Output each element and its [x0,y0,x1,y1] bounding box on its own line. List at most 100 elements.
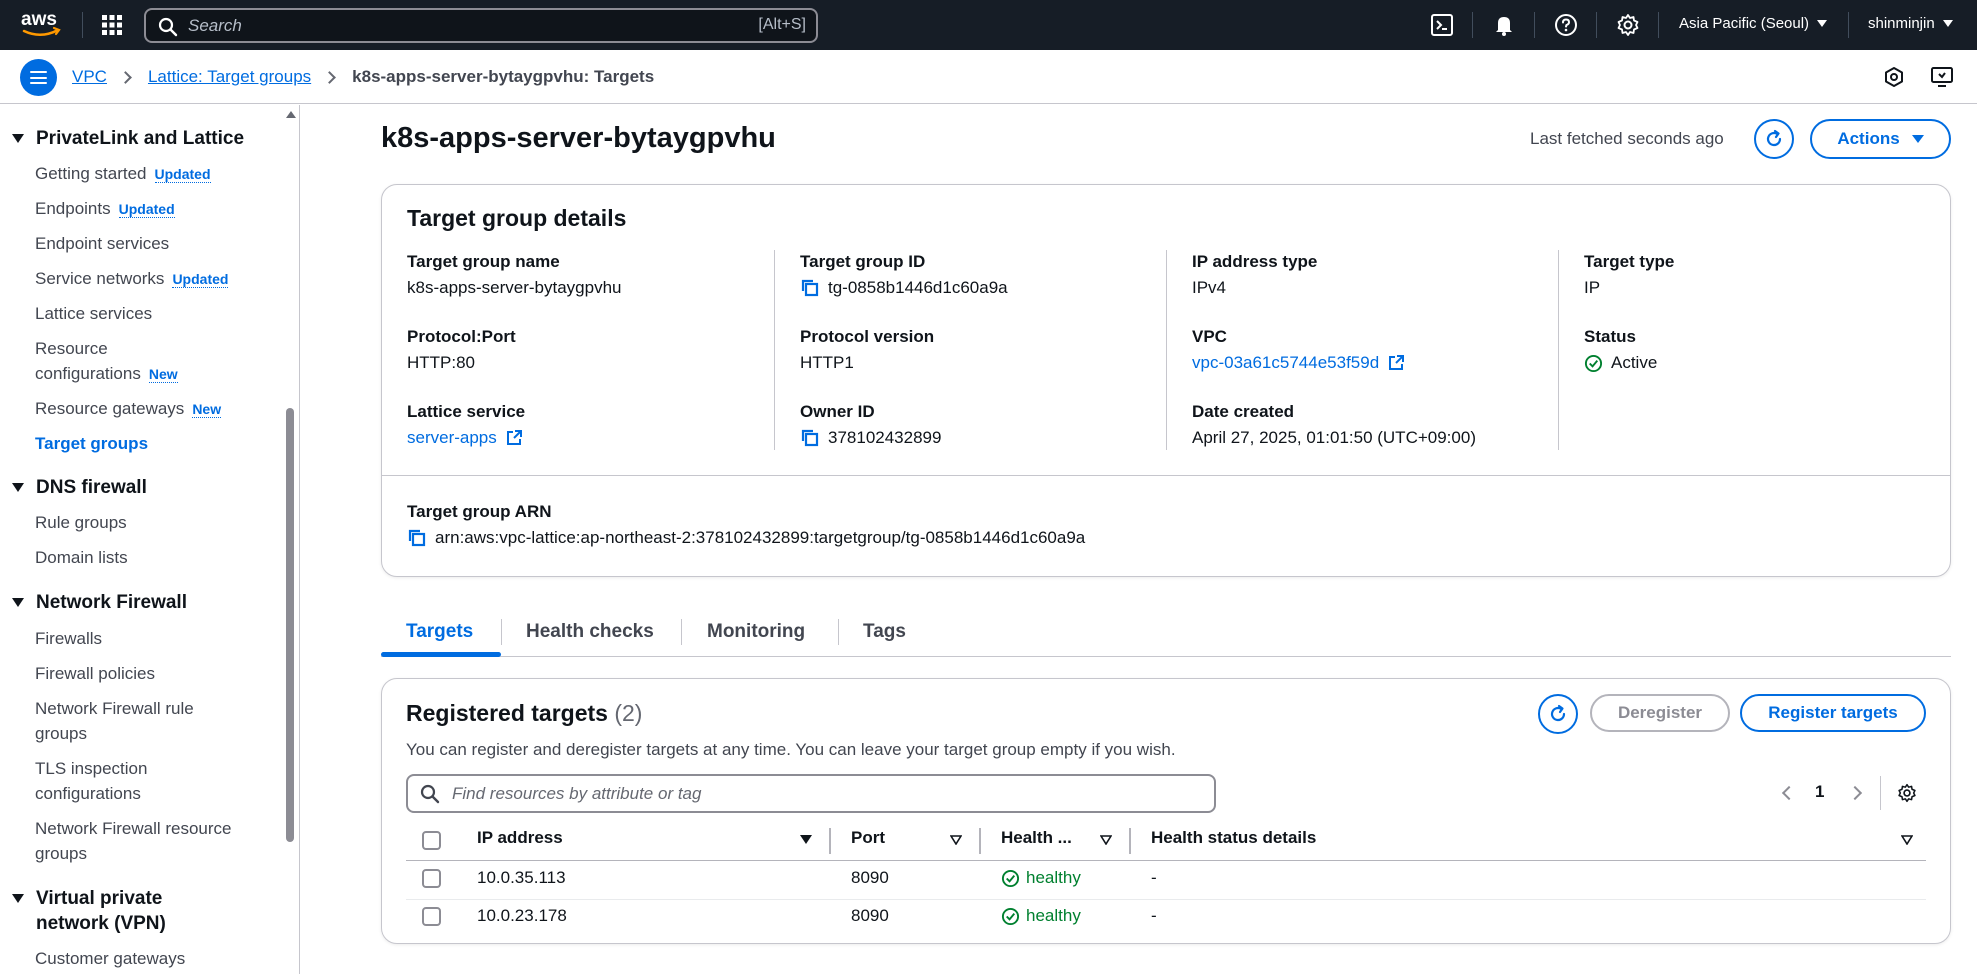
breadcrumb-vpc[interactable]: VPC [72,67,107,87]
sidebar-item-rule-groups[interactable]: Rule groups [35,510,265,535]
nav-divider [1596,12,1597,38]
scroll-up-icon[interactable] [286,111,296,118]
refresh-button[interactable] [1754,119,1794,159]
external-link-icon [506,430,522,445]
breadcrumb-target-groups[interactable]: Lattice: Target groups [148,67,311,87]
table-cell-health: healthy [1001,906,1081,926]
side-navigation: PrivateLink and Lattice Getting started U… [0,105,300,974]
sidebar-item-lattice-services[interactable]: Lattice services [35,301,265,326]
sidebar-item-service-networks[interactable]: Service networks Updated [35,266,265,292]
targets-description: You can register and deregister targets … [406,740,1176,759]
column-header-health[interactable]: Health ... [1001,828,1072,848]
table-cell-details: - [1151,906,1157,925]
bell-icon[interactable] [1492,13,1516,37]
security-hexagon-icon[interactable] [1882,65,1906,89]
column-header-ip-address[interactable]: IP address [477,828,563,848]
sidebar-item-endpoints[interactable]: Endpoints Updated [35,196,265,222]
sidebar-item-network-firewall-resource-groups[interactable]: Network Firewall resource groups [35,816,255,866]
search-icon [158,17,178,37]
sort-icon[interactable] [950,835,962,845]
register-targets-button[interactable]: Register targets [1740,694,1926,732]
sort-icon[interactable] [1901,835,1913,845]
sidebar-section-network-firewall[interactable]: Network Firewall [12,590,187,615]
row-checkbox[interactable] [422,907,441,926]
targets-refresh-button[interactable] [1538,694,1578,734]
new-badge: New [148,366,178,383]
feedback-icon[interactable] [1930,65,1954,89]
global-search[interactable]: [Alt+S] [144,8,818,43]
sidebar-item-endpoint-services[interactable]: Endpoint services [35,231,265,256]
pager-divider [1880,776,1881,810]
sidebar-item-domain-lists[interactable]: Domain lists [35,545,265,570]
field-protocol-port: Protocol:Port HTTP:80 [407,327,516,372]
last-fetched-text: Last fetched seconds ago [1530,129,1724,148]
breadcrumb-current: k8s-apps-server-bytaygpvhu: Targets [352,67,655,86]
gear-icon[interactable] [1616,13,1640,37]
sidebar-item-resource-configurations[interactable]: Resource configurations New [35,336,205,387]
sidebar-item-customer-gateways[interactable]: Customer gateways [35,946,265,971]
table-cell-details: - [1151,868,1157,887]
column-header-port[interactable]: Port [851,828,885,848]
check-circle-icon [1001,907,1020,925]
help-icon[interactable] [1554,13,1578,37]
sidebar-item-firewalls[interactable]: Firewalls [35,626,265,651]
sort-desc-icon[interactable] [800,835,812,844]
column-resize-handle[interactable] [829,828,831,854]
region-label: Asia Pacific (Seoul) [1679,15,1810,32]
targets-filter-input[interactable] [452,782,1192,806]
field-ip-address-type: IP address type IPv4 [1192,252,1318,297]
sidebar-scrollbar[interactable] [286,408,294,842]
sidebar-item-resource-gateways[interactable]: Resource gateways New [35,396,265,422]
aws-logo[interactable]: aws [20,8,64,40]
new-badge: New [192,401,222,418]
sidebar-item-target-groups[interactable]: Target groups [35,431,265,456]
field-target-group-id: Target group ID tg-0858b1446d1c60a9a [800,252,1008,298]
apps-grid-icon[interactable] [100,13,124,37]
copy-icon[interactable] [800,278,820,298]
settings-icon[interactable] [1897,783,1917,803]
tab-targets[interactable]: Targets [406,607,473,657]
copy-icon[interactable] [407,528,427,548]
expand-triangle-icon [12,894,24,903]
sidebar-item-network-firewall-rule-groups[interactable]: Network Firewall rule groups [35,696,235,746]
search-input[interactable] [188,14,688,38]
table-cell-ip: 10.0.23.178 [477,906,567,925]
select-all-checkbox[interactable] [422,831,441,850]
sidebar-item-getting-started[interactable]: Getting started Updated [35,161,265,187]
nav-divider [1658,12,1659,38]
lattice-service-link[interactable]: server-apps [407,426,523,450]
tab-monitoring[interactable]: Monitoring [707,607,805,657]
page-number[interactable]: 1 [1815,782,1824,802]
row-checkbox[interactable] [422,869,441,888]
nav-divider [1472,12,1473,38]
vpc-link[interactable]: vpc-03a61c5744e53f59d [1192,351,1405,375]
actions-button[interactable]: Actions [1810,119,1951,159]
cloudshell-icon[interactable] [1430,13,1454,37]
status-badge: Active [1611,353,1658,372]
account-menu[interactable]: shinminjin [1868,15,1953,32]
sort-icon[interactable] [1100,835,1112,845]
deregister-button[interactable]: Deregister [1590,694,1730,732]
targets-filter[interactable] [406,774,1216,813]
column-resize-handle[interactable] [979,828,981,854]
sidebar-section-dns-firewall[interactable]: DNS firewall [12,475,147,500]
table-row-divider [406,899,1926,900]
sidebar-item-tls-inspection[interactable]: TLS inspection configurations [35,756,185,806]
details-title: Target group details [407,205,627,231]
region-selector[interactable]: Asia Pacific (Seoul) [1679,15,1828,32]
tab-bar: Targets Health checks Monitoring Tags [381,607,1951,657]
field-vpc: VPC vpc-03a61c5744e53f59d [1192,325,1552,375]
search-icon [420,784,440,804]
column-resize-handle[interactable] [1129,828,1131,854]
breadcrumb: VPC Lattice: Target groups k8s-apps-serv… [72,67,654,87]
sidebar-section-vpn[interactable]: Virtual private network (VPN) [12,886,212,936]
sidebar-section-privatelink[interactable]: PrivateLink and Lattice [12,126,244,151]
tab-health-checks[interactable]: Health checks [526,607,654,657]
copy-icon[interactable] [800,428,820,448]
tab-tags[interactable]: Tags [863,607,906,657]
hamburger-icon[interactable] [20,59,57,96]
field-target-group-arn: Target group ARN arn:aws:vpc-lattice:ap-… [407,502,1086,548]
sidebar-item-firewall-policies[interactable]: Firewall policies [35,661,265,686]
column-header-health-status-details[interactable]: Health status details [1151,828,1316,848]
caret-down-icon [1942,20,1953,27]
